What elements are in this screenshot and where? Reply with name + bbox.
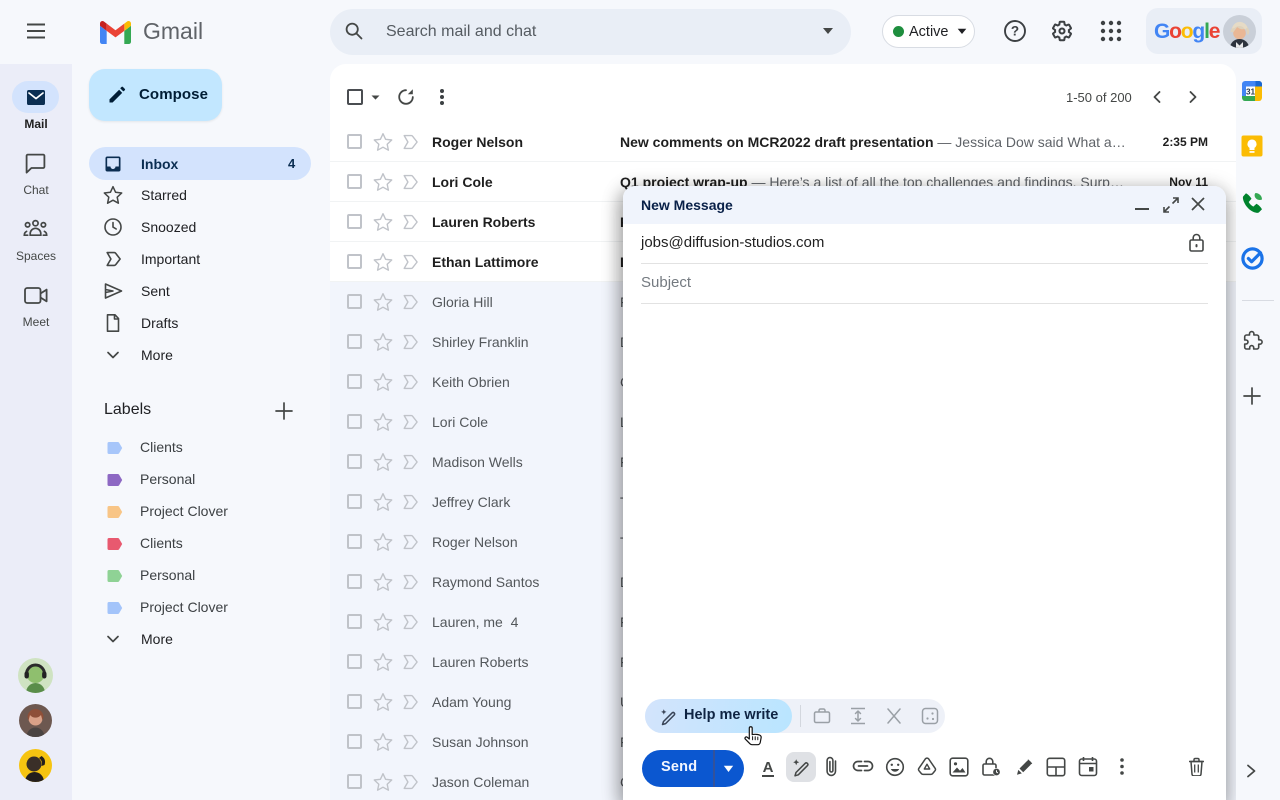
svg-text:?: ? [1011, 24, 1019, 39]
svg-text:A: A [763, 759, 774, 776]
svg-text:31: 31 [1246, 87, 1256, 96]
